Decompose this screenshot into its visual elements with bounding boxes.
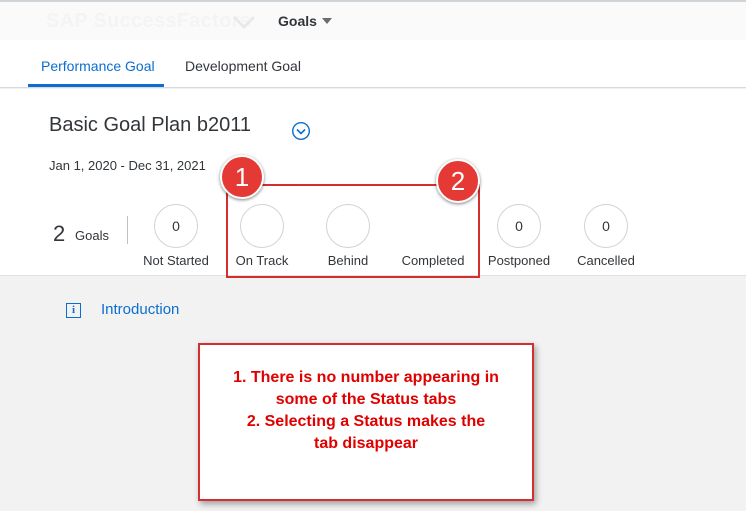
status-count: 0 (497, 204, 541, 248)
caret-down-icon[interactable] (322, 18, 332, 24)
info-icon: i (66, 303, 81, 318)
goal-type-tabs: Performance Goal Development Goal (0, 40, 746, 88)
divider (127, 216, 128, 244)
status-tab-postponed[interactable]: 0 Postponed (477, 202, 561, 272)
annotation-highlight-box (226, 184, 480, 278)
plan-date-range: Jan 1, 2020 - Dec 31, 2021 (49, 158, 206, 173)
brand-logo[interactable]: SAP SuccessFactors (46, 10, 251, 33)
goal-count: 2 (53, 221, 66, 246)
annotation-marker-2: 2 (436, 159, 480, 203)
note-line: some of the Status tabs (275, 391, 457, 408)
annotation-note: 1. There is no number appearing in some … (198, 343, 534, 501)
chevron-down-circle-icon[interactable] (291, 121, 311, 141)
annotation-marker-1: 1 (220, 155, 264, 199)
note-line: tab disappear (313, 435, 419, 452)
status-count: 0 (584, 204, 628, 248)
shell-bar: SAP SuccessFactors Goals (0, 0, 746, 40)
chevron-down-icon[interactable] (230, 8, 258, 36)
status-count: 0 (154, 204, 198, 248)
introduction-link[interactable]: Introduction (101, 301, 179, 318)
status-label: Postponed (487, 253, 551, 268)
status-label: Not Started (143, 253, 209, 268)
page-title: Basic Goal Plan b2011 (49, 114, 251, 136)
status-tab-cancelled[interactable]: 0 Cancelled (564, 202, 648, 272)
goals-menu[interactable]: Goals (278, 13, 317, 29)
status-label: Cancelled (577, 253, 635, 268)
tab-development-goal[interactable]: Development Goal (185, 58, 301, 74)
status-tab-not-started[interactable]: 0 Not Started (134, 202, 218, 272)
goal-count-label: Goals (75, 228, 109, 243)
tab-performance-goal[interactable]: Performance Goal (41, 58, 155, 74)
note-line: 2. Selecting a Status makes the (246, 413, 486, 430)
note-line: 1. There is no number appearing in (233, 369, 499, 386)
selected-tab-indicator (28, 84, 164, 87)
